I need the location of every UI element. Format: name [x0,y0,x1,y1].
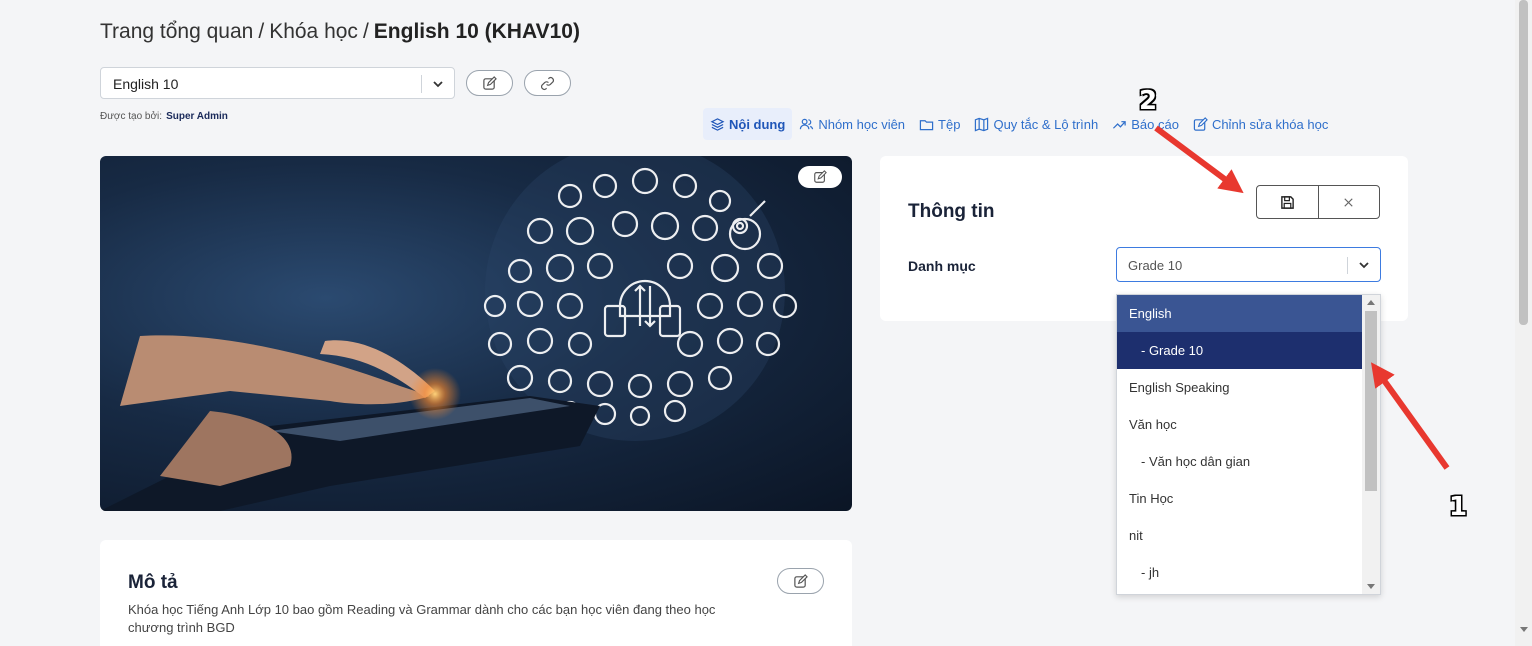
folder-icon [919,119,934,130]
arrow-to-option [1370,362,1450,470]
tab-edit-course[interactable]: Chỉnh sửa khóa học [1186,108,1335,140]
course-select-value: English 10 [113,76,179,92]
breadcrumb-home-link[interactable]: Trang tổng quan [100,20,253,43]
dropdown-option[interactable]: - Grade 10 [1117,332,1363,369]
tab-label: Nội dung [729,116,786,132]
dropdown-option[interactable]: English Speaking [1117,369,1363,406]
edit-icon [814,170,827,183]
page-scrollbar[interactable] [1515,0,1532,646]
tab-files[interactable]: Tệp [912,108,967,140]
breadcrumb-separator: / [258,20,265,43]
edit-cover-button[interactable] [798,166,842,188]
description-text: Khóa học Tiếng Anh Lớp 10 bao gồm Readin… [128,601,808,637]
created-by: Được tạo bởi: Super Admin [100,111,228,122]
layers-icon [710,117,725,131]
tab-learner-groups[interactable]: Nhóm học viên [792,108,912,140]
edit-icon [483,75,497,90]
select-divider [421,75,422,93]
cancel-button[interactable] [1317,186,1380,218]
breadcrumb-separator: / [362,20,369,43]
tab-label: Quy tắc & Lộ trình [993,116,1099,132]
category-label: Danh mục [908,258,976,274]
dropdown-option[interactable]: nit [1117,517,1363,554]
tab-label: Báo cáo [1131,116,1179,132]
page-title: English 10 (KHAV10) [373,20,580,43]
created-by-label: Được tạo bởi: [100,111,163,122]
scroll-down-icon[interactable] [1367,584,1375,589]
tab-rules-paths[interactable]: Quy tắc & Lộ trình [967,108,1105,140]
tab-label: Nhóm học viên [818,116,906,132]
save-icon [1280,195,1294,209]
select-divider [1347,257,1348,274]
link-icon [541,76,554,90]
tab-label: Chỉnh sửa khóa học [1211,116,1329,132]
description-line: Khóa học Tiếng Anh Lớp 10 bao gồm Readin… [128,602,716,617]
save-button[interactable] [1257,186,1318,218]
course-tabs: Nội dung Nhóm học viên Tệp Quy tắc & Lộ … [703,108,1335,140]
category-select-value: Grade 10 [1128,258,1183,273]
description-card: Mô tả Khóa học Tiếng Anh Lớp 10 bao gồm … [100,540,852,646]
edit-course-button[interactable] [466,70,513,96]
dropdown-option[interactable]: English [1117,295,1363,332]
map-icon [975,117,989,131]
dropdown-option[interactable]: Tin Học [1117,480,1363,517]
trending-up-icon [1113,120,1126,129]
category-dropdown: English - Grade 10 English Speaking Văn … [1116,294,1381,595]
course-cover-image [100,156,852,511]
category-select[interactable]: Grade 10 [1116,247,1381,282]
scroll-down-icon[interactable] [1520,627,1528,632]
created-by-name: Super Admin [166,111,228,122]
tab-label: Tệp [938,116,961,132]
course-select[interactable]: English 10 [100,67,455,99]
cover-illustration [100,156,798,511]
edit-icon [794,573,808,588]
breadcrumb-courses-link[interactable]: Khóa học [269,20,358,43]
chevron-down-icon[interactable] [1357,258,1371,272]
description-line: chương trình BGD [128,620,235,635]
scroll-up-icon[interactable] [1367,300,1375,305]
info-title: Thông tin [908,201,995,222]
scrollbar-thumb[interactable] [1365,311,1377,491]
annotation-step-2: 2 [1139,86,1158,116]
dropdown-option[interactable]: - jh [1117,554,1363,591]
chevron-down-icon[interactable] [431,77,445,91]
users-icon [800,118,814,129]
annotation-step-1: 1 [1449,492,1468,522]
tab-content[interactable]: Nội dung [703,108,793,140]
edit-description-button[interactable] [777,568,824,594]
scrollbar-thumb[interactable] [1519,0,1528,325]
description-title: Mô tả [128,572,178,593]
copy-link-button[interactable] [524,70,571,96]
breadcrumb: Trang tổng quan / Khóa học / English 10 (KHA… [100,20,580,44]
edit-icon [1193,116,1208,131]
dropdown-scrollbar[interactable] [1362,295,1380,594]
dropdown-option[interactable]: - Văn học dân gian [1117,443,1363,480]
dropdown-option[interactable]: Văn học [1117,406,1363,443]
close-icon [1344,197,1353,207]
info-action-buttons [1256,185,1380,219]
